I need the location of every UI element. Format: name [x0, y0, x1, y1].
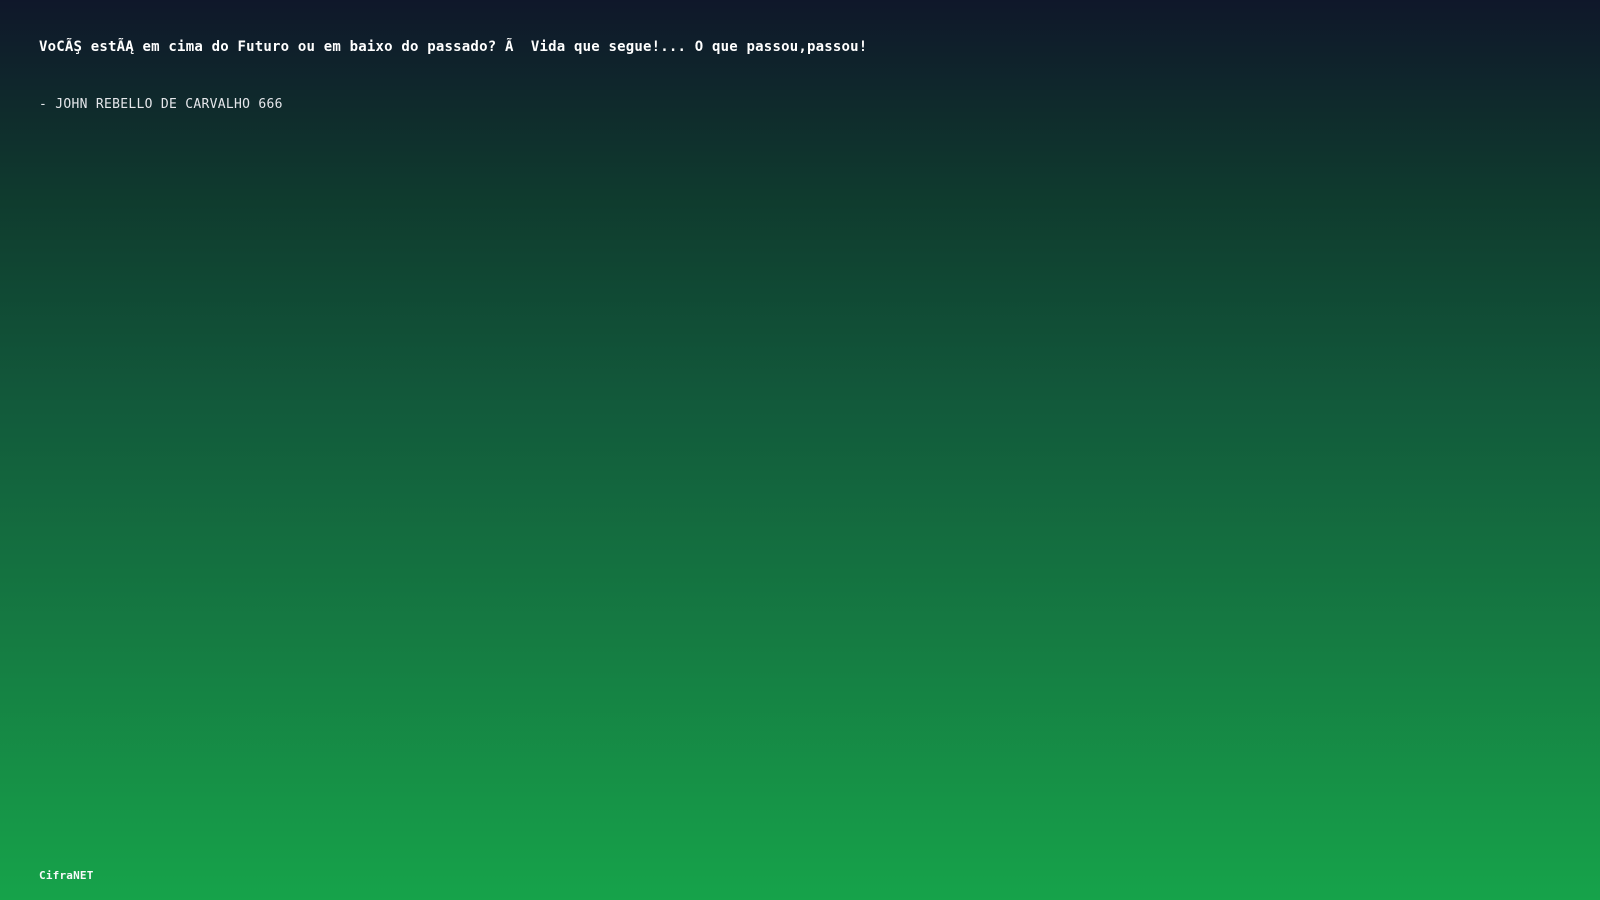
quote-text: VoCÃŞ estÃĄ em cima do Futuro ou em baix… [39, 39, 868, 55]
quote-card: VoCÃŞ estÃĄ em cima do Futuro ou em baix… [39, 36, 1539, 115]
brand-label: CifraNET [39, 869, 94, 882]
quote-author: - JOHN REBELLO DE CARVALHO 666 [39, 97, 283, 112]
